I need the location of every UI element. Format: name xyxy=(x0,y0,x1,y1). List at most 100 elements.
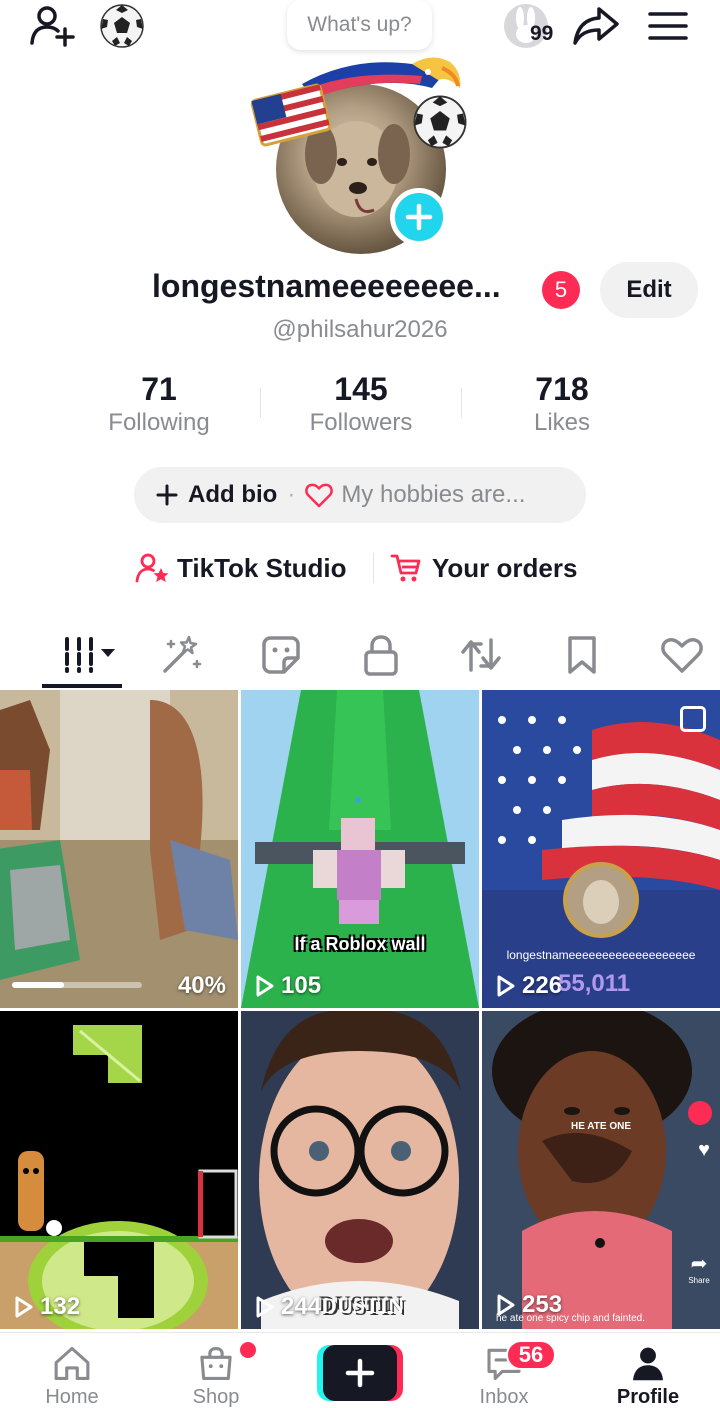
view-count-value: 253 xyxy=(522,1291,563,1318)
video-thumbnail[interactable]: HE ATE ONE ♥ ➦ Share he ate one spicy ch… xyxy=(482,1011,720,1329)
play-icon xyxy=(497,1294,515,1316)
tab-ai-effects[interactable] xyxy=(150,626,212,684)
nav-label: Profile xyxy=(616,1386,680,1408)
upload-progress-fill xyxy=(12,982,64,988)
links-divider xyxy=(373,553,374,583)
shop-bag-icon xyxy=(200,1346,232,1381)
view-count: 226 xyxy=(496,972,562,1000)
your-orders-label: Your orders xyxy=(432,552,578,583)
magic-wand-icon xyxy=(163,635,202,673)
video-thumbnail[interactable]: longestnameeeeeeeeeeeeeeeeeee 226 55,011 xyxy=(482,690,720,1008)
video-caption: HE ATE ONE xyxy=(570,1121,631,1132)
status-bubble[interactable]: What's up? xyxy=(287,0,432,50)
bookmark-icon xyxy=(568,636,596,674)
add-avatar-button[interactable] xyxy=(390,188,448,246)
shop-notification-dot xyxy=(240,1342,256,1358)
video-caption: If a Roblox wall xyxy=(294,934,426,954)
view-count-value: 244 xyxy=(281,1293,322,1320)
play-icon xyxy=(256,1296,274,1318)
share-icon[interactable] xyxy=(570,2,622,48)
stat-value: 145 xyxy=(334,371,388,407)
tab-stickers[interactable] xyxy=(250,626,312,684)
thumbnail-image xyxy=(0,1011,238,1329)
sticker-icon xyxy=(262,636,300,674)
profile-person-icon xyxy=(633,1347,663,1381)
stat-following[interactable]: 71 Following xyxy=(59,370,259,438)
tab-liked[interactable] xyxy=(651,626,713,684)
cart-icon xyxy=(390,554,421,582)
multi-photo-icon xyxy=(680,706,706,732)
nav-inbox[interactable]: Inbox xyxy=(432,1333,576,1408)
play-icon xyxy=(497,975,515,997)
create-button[interactable] xyxy=(317,1345,403,1401)
view-count-value: 132 xyxy=(40,1293,81,1320)
video-thumbnail[interactable]: If a Roblox wall 105 xyxy=(241,690,479,1008)
stat-label: Following xyxy=(108,409,210,436)
nav-label: Home xyxy=(45,1386,99,1408)
tiktok-studio-label: TikTok Studio xyxy=(177,552,347,583)
stat-value: 71 xyxy=(141,371,177,407)
menu-icon[interactable] xyxy=(646,6,690,46)
upload-progress-track xyxy=(12,982,142,988)
your-orders-link[interactable]: Your orders xyxy=(390,545,577,591)
tab-favorites[interactable] xyxy=(551,626,613,684)
share-arrow-icon: ➦ xyxy=(690,1253,708,1275)
stat-label: Likes xyxy=(533,409,591,436)
plus-icon xyxy=(156,484,178,506)
view-count-value: 226 xyxy=(522,972,563,999)
bio-hint: My hobbies are... xyxy=(341,481,526,508)
tab-reposts[interactable] xyxy=(450,626,512,684)
view-count: 244 xyxy=(255,1293,321,1321)
us-flag-icon xyxy=(250,83,332,147)
top-bar: What's up? 99 xyxy=(0,0,720,60)
heart-icon xyxy=(305,483,334,508)
view-count: 105 xyxy=(255,972,321,1000)
thumbnail-image xyxy=(0,690,238,1008)
add-friend-icon[interactable] xyxy=(26,2,78,50)
upload-percent: 40% xyxy=(177,972,226,999)
notification-badge[interactable]: 5 xyxy=(542,271,580,309)
plus-icon xyxy=(405,203,433,231)
video-thumbnail[interactable]: 40% xyxy=(0,690,238,1008)
tab-videos[interactable] xyxy=(52,626,124,684)
video-grid-icon xyxy=(65,637,115,673)
stat-value: 718 xyxy=(535,371,589,407)
tiktok-studio-link[interactable]: TikTok Studio xyxy=(135,545,346,591)
soccer-ball-icon[interactable] xyxy=(98,2,146,50)
video-thumbnail[interactable]: DUSTIN 244 xyxy=(241,1011,479,1329)
like-icon: ♥ xyxy=(698,1139,710,1161)
video-thumbnail[interactable]: 132 xyxy=(0,1011,238,1329)
video-caption: DUSTIN xyxy=(321,1293,405,1318)
add-bio-button[interactable]: Add bio · My hobbies are... xyxy=(134,467,586,523)
bottom-nav: Home Shop Inbox 56 Profile xyxy=(0,1332,720,1408)
video-grid: 40% If a Roblox wall 105 longestnameeeee… xyxy=(0,690,720,1332)
nav-home[interactable]: Home xyxy=(0,1333,144,1408)
home-icon xyxy=(54,1346,90,1381)
share-button-group: ➦ Share xyxy=(684,1251,714,1285)
nav-label: Inbox xyxy=(479,1386,529,1408)
badge-count: 99 xyxy=(530,22,554,45)
profile-avatar-group xyxy=(240,54,480,254)
play-icon xyxy=(15,1296,33,1318)
follow-icon xyxy=(688,1101,712,1125)
separator: · xyxy=(287,481,296,508)
tab-private[interactable] xyxy=(350,626,412,684)
profile-tabs xyxy=(0,620,720,690)
nav-label: Shop xyxy=(192,1386,240,1408)
soccer-ball-decoration-icon xyxy=(413,95,467,149)
edit-profile-button[interactable]: Edit xyxy=(600,262,698,318)
user-handle: @philsahur2026 xyxy=(272,316,448,343)
creator-star-icon xyxy=(135,553,169,583)
heart-outline-icon xyxy=(661,637,703,673)
stat-likes[interactable]: 718 Likes xyxy=(462,370,662,438)
view-count: 132 xyxy=(14,1293,80,1321)
stat-label: Followers xyxy=(309,409,413,436)
overlay-number: 55,011 xyxy=(558,970,631,997)
nav-profile[interactable]: Profile xyxy=(576,1333,720,1408)
video-caption: longestnameeeeeeeeeeeeeeeeeee xyxy=(506,948,696,962)
nav-shop[interactable]: Shop xyxy=(144,1333,288,1408)
username: longestnameeeeeeee... xyxy=(152,268,501,304)
stat-followers[interactable]: 145 Followers xyxy=(261,370,461,438)
thumbnail-image xyxy=(241,690,479,1008)
inbox-count-badge: 56 xyxy=(506,1340,556,1370)
